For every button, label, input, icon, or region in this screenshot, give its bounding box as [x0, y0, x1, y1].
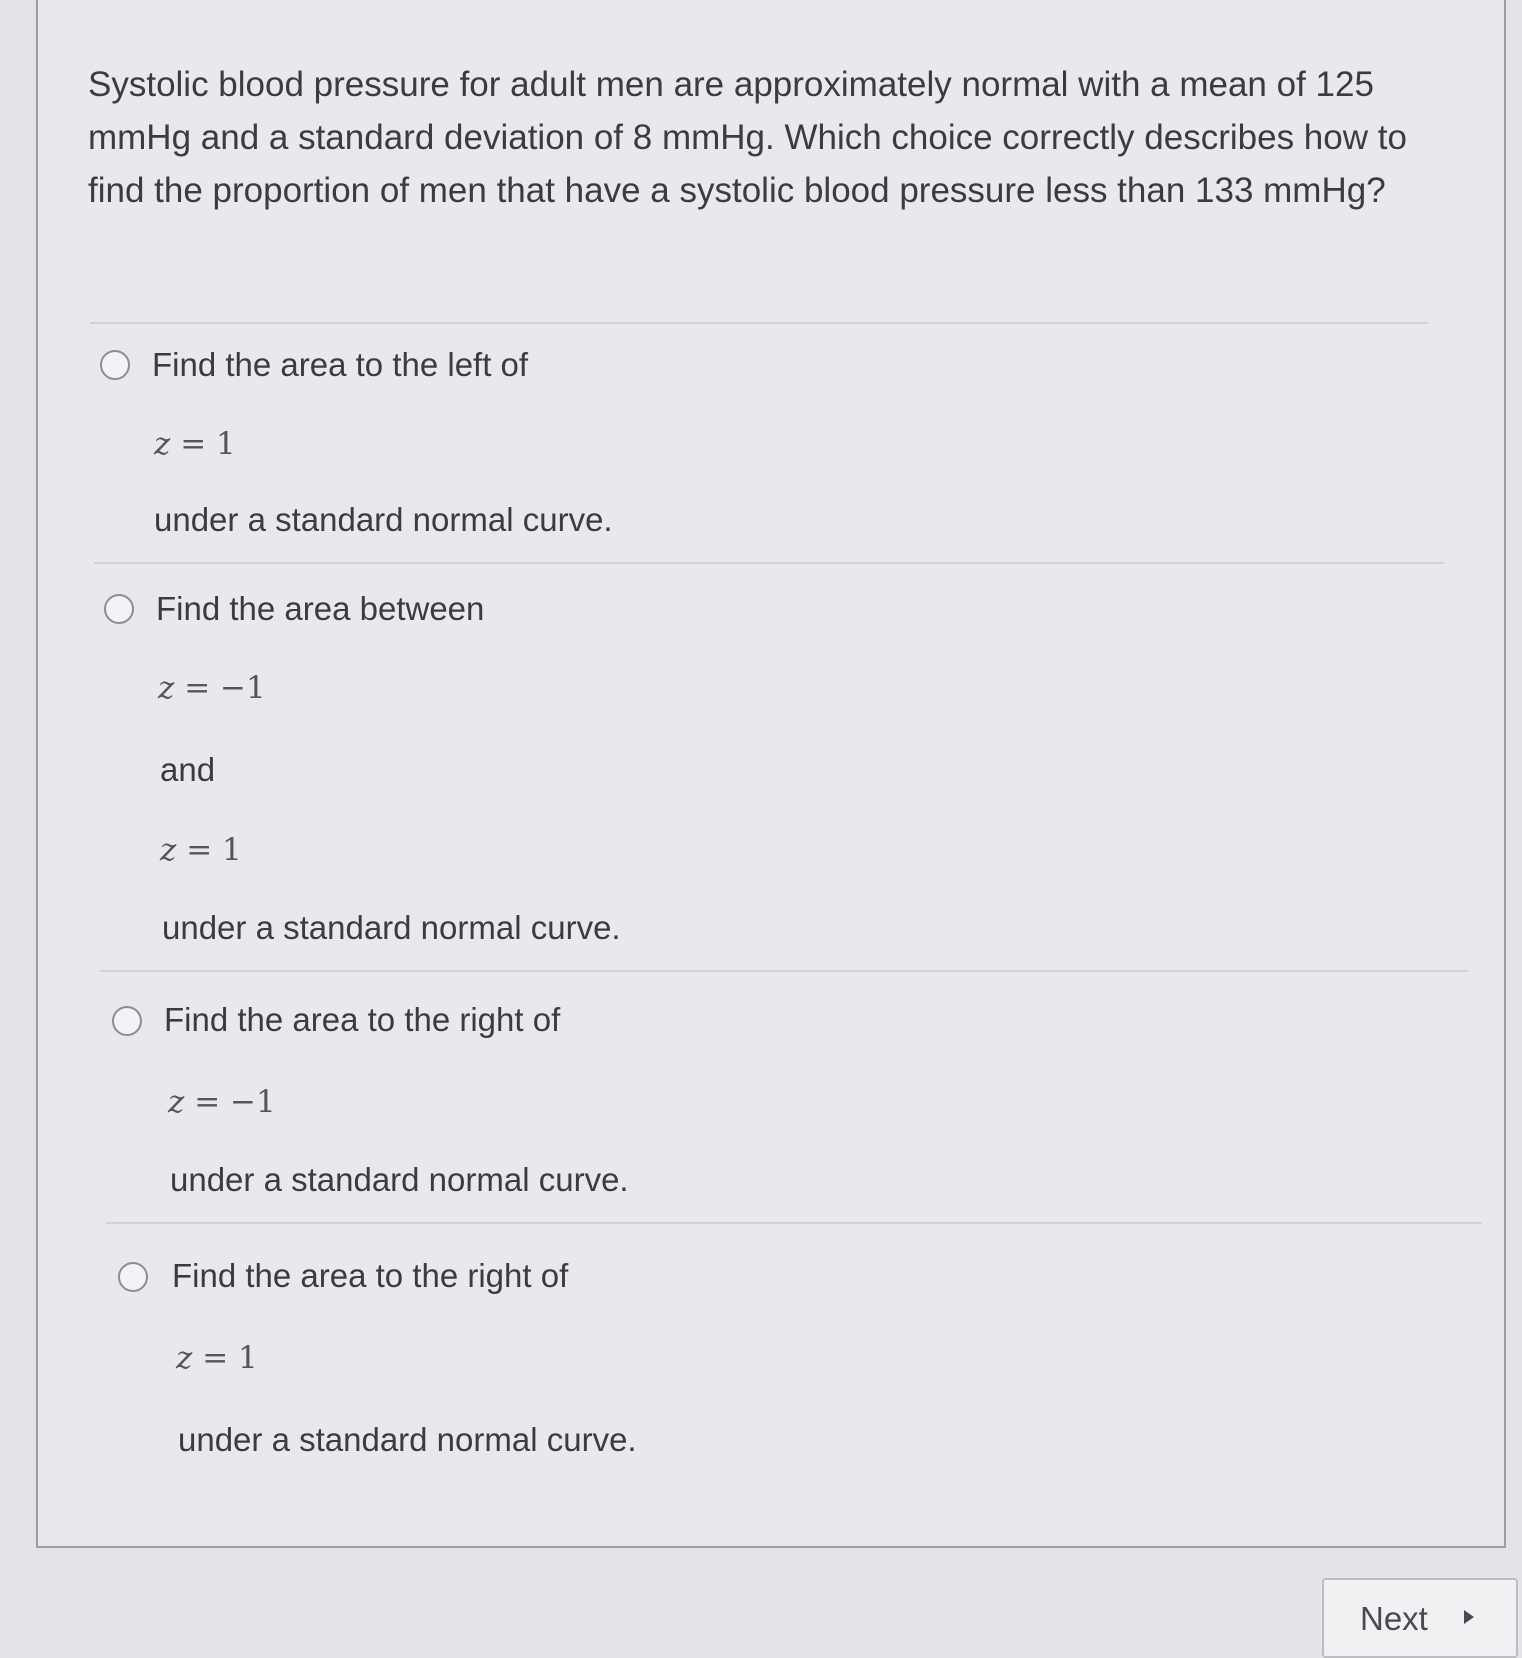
- option-4-equation-variable: z: [176, 1340, 193, 1376]
- option-2-equation-upper: z = 1: [160, 830, 242, 870]
- option-2-equation-lower-variable: z: [158, 670, 175, 706]
- option-3-equation: z = −1: [168, 1082, 276, 1122]
- option-1-equation: z = 1: [154, 424, 236, 464]
- radio-button-option-4[interactable]: [118, 1262, 148, 1292]
- radio-button-option-2[interactable]: [104, 594, 134, 624]
- option-2-equation-upper-variable: z: [160, 832, 177, 868]
- option-divider-3: [106, 1222, 1482, 1224]
- option-1-equation-value: = 1: [170, 426, 236, 462]
- option-2-suffix: under a standard normal curve.: [162, 909, 621, 946]
- option-4-equation-value: = 1: [192, 1340, 258, 1376]
- question-panel: Systolic blood pressure for adult men ar…: [36, 0, 1506, 1548]
- option-3-suffix: under a standard normal curve.: [170, 1161, 629, 1198]
- option-2-equation-lower: z = −1: [158, 668, 266, 708]
- option-divider-2: [100, 970, 1468, 972]
- option-4-equation: z = 1: [176, 1338, 258, 1378]
- option-2-connector: and: [160, 751, 216, 788]
- option-2-text: Find the area between: [156, 590, 485, 627]
- option-3-equation-variable: z: [168, 1084, 185, 1120]
- option-4-suffix: under a standard normal curve.: [178, 1421, 637, 1458]
- option-divider-1: [94, 562, 1444, 564]
- option-2-equation-lower-value: = −1: [174, 670, 266, 706]
- question-divider: [90, 322, 1428, 324]
- play-arrow-icon: [1464, 1610, 1474, 1624]
- question-text: Systolic blood pressure for adult men ar…: [88, 65, 1407, 210]
- next-button[interactable]: Next: [1322, 1578, 1518, 1658]
- option-2-equation-upper-value: = 1: [176, 832, 242, 868]
- next-button-label: Next: [1360, 1600, 1428, 1637]
- option-1-equation-variable: z: [154, 426, 171, 462]
- option-4-text: Find the area to the right of: [172, 1257, 569, 1294]
- option-3-text: Find the area to the right of: [164, 1001, 561, 1038]
- option-1-text: Find the area to the left of: [152, 346, 529, 383]
- option-3-equation-value: = −1: [184, 1084, 276, 1120]
- option-1-suffix: under a standard normal curve.: [154, 501, 613, 538]
- radio-button-option-1[interactable]: [100, 350, 130, 380]
- radio-button-option-3[interactable]: [112, 1006, 142, 1036]
